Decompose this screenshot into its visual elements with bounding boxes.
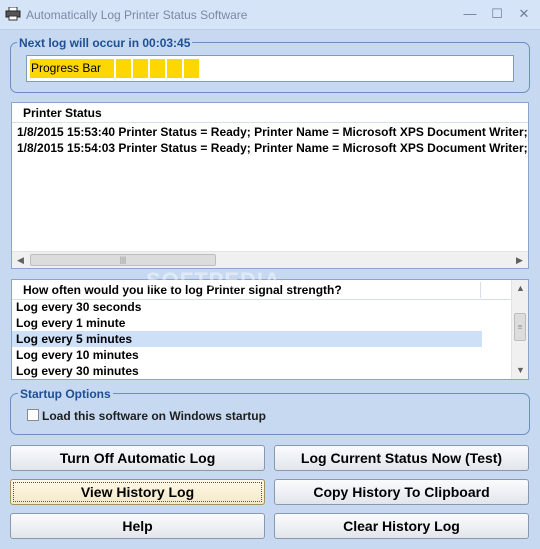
progress-block <box>167 59 184 78</box>
interval-list[interactable]: How often would you like to log Printer … <box>11 279 529 380</box>
clear-history-button[interactable]: Clear History Log <box>274 513 529 539</box>
progress-label: Progress Bar <box>31 61 102 75</box>
printer-status-header[interactable]: Printer Status <box>12 103 528 123</box>
window-title: Automatically Log Printer Status Softwar… <box>26 8 248 22</box>
copy-history-button[interactable]: Copy History To Clipboard <box>274 479 529 505</box>
scroll-left-icon[interactable]: ◀ <box>12 252 29 268</box>
printer-icon <box>5 7 21 21</box>
list-item[interactable]: 1/8/2015 15:54:03 Printer Status = Ready… <box>17 141 528 155</box>
progress-block <box>116 59 133 78</box>
progress-bar: Progress Bar <box>26 55 514 82</box>
progress-block <box>133 59 150 78</box>
scrollbar-thumb[interactable]: ||| <box>30 254 216 266</box>
minimize-button[interactable]: — <box>462 6 478 22</box>
scroll-right-icon[interactable]: ▶ <box>511 252 528 268</box>
log-now-button[interactable]: Log Current Status Now (Test) <box>274 445 529 471</box>
horizontal-scrollbar[interactable]: ◀ ||| ▶ <box>12 251 528 268</box>
startup-options-title: Startup Options <box>18 387 113 401</box>
list-item[interactable]: 1/8/2015 15:53:40 Printer Status = Ready… <box>17 125 528 139</box>
progress-block <box>150 59 167 78</box>
interval-option[interactable]: Log every 10 minutes <box>12 347 482 363</box>
printer-status-header-label: Printer Status <box>23 106 102 120</box>
column-separator <box>480 282 481 298</box>
grip-icon: ||| <box>119 255 127 265</box>
maximize-button[interactable]: ☐ <box>489 6 505 22</box>
startup-checkbox[interactable] <box>27 409 39 421</box>
startup-checkbox-label[interactable]: Load this software on Windows startup <box>42 409 266 423</box>
progress-block <box>184 59 201 78</box>
printer-status-list[interactable]: Printer Status 1/8/2015 15:53:40 Printer… <box>11 102 529 269</box>
view-history-button[interactable]: View History Log <box>10 479 265 505</box>
turn-off-log-button[interactable]: Turn Off Automatic Log <box>10 445 265 471</box>
interval-option[interactable]: Log every 30 seconds <box>12 299 482 315</box>
interval-option[interactable]: Log every 1 minute <box>12 315 482 331</box>
title-bar[interactable]: Automatically Log Printer Status Softwar… <box>0 0 540 30</box>
interval-option-selected[interactable]: Log every 5 minutes <box>12 331 482 347</box>
close-button[interactable]: ✕ <box>516 6 532 22</box>
vertical-scrollbar[interactable]: ▲ ≡ ▼ <box>511 280 528 379</box>
watermark: SOFTPEDIA <box>146 268 281 293</box>
help-button[interactable]: Help <box>10 513 265 539</box>
scroll-up-icon[interactable]: ▲ <box>512 280 528 297</box>
grip-icon: ≡ <box>517 322 523 332</box>
next-log-label: Next log will occur in 00:03:45 <box>17 36 193 50</box>
scroll-down-icon[interactable]: ▼ <box>512 362 528 379</box>
interval-option[interactable]: Log every 30 minutes <box>12 363 482 379</box>
scrollbar-thumb[interactable]: ≡ <box>514 313 526 341</box>
